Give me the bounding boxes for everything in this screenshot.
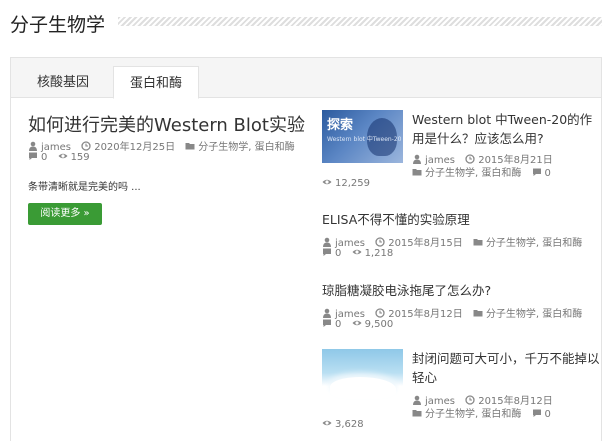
folder-icon [473, 239, 483, 246]
user-icon [29, 141, 37, 151]
eye-icon [322, 179, 332, 185]
side-post-categories[interactable]: 分子生物学, 蛋白和酶 [486, 238, 582, 249]
header-stripes [118, 17, 602, 26]
main-post-excerpt: 条带清晰就是完美的吗 ... [28, 182, 141, 193]
side-post-3-meta-line2: 0 9,500 [322, 318, 400, 330]
tab-protein-enzyme[interactable]: 蛋白和酶 [113, 66, 199, 99]
section-title: 分子生物学 [10, 14, 106, 36]
user-icon [323, 308, 331, 318]
clock-icon [465, 154, 475, 164]
user-icon [413, 395, 421, 405]
folder-icon [473, 310, 483, 317]
comment-icon [532, 409, 541, 417]
main-post-categories[interactable]: 分子生物学, 蛋白和酶 [198, 142, 294, 153]
side-post-comments[interactable]: 0 [545, 168, 551, 179]
side-post-categories[interactable]: 分子生物学, 蛋白和酶 [425, 409, 521, 420]
side-post-comments[interactable]: 0 [545, 409, 551, 420]
side-post-2-title[interactable]: ELISA不得不懂的实验原理 [322, 210, 470, 229]
side-post-1-meta-line2: 分子生物学, 蛋白和酶 0 [412, 164, 558, 179]
side-post-views: 9,500 [364, 319, 394, 330]
side-post-4-title[interactable]: 封闭问题可大可小，千万不能掉以轻心 [412, 349, 602, 387]
comment-icon [323, 248, 331, 256]
main-post-meta-line2: 0 159 [28, 151, 97, 163]
clock-icon [465, 395, 475, 405]
comment-icon [323, 319, 331, 327]
tab-bar: 核酸基因 蛋白和酶 [11, 58, 601, 99]
side-post-1-thumbnail[interactable]: 探索 Western blot 中Tween-20 [322, 110, 403, 163]
side-post-views: 3,628 [335, 419, 364, 430]
main-post-comments[interactable]: 0 [41, 152, 47, 163]
eye-icon [322, 420, 332, 426]
side-post-3-title[interactable]: 琼脂糖凝胶电泳拖尾了怎么办? [322, 281, 491, 300]
side-post-4-meta-line3: 3,628 [322, 418, 371, 430]
side-post-1-meta-line3: 12,259 [322, 177, 377, 189]
comment-icon [29, 152, 37, 160]
main-post-title[interactable]: 如何进行完美的Western Blot实验 [28, 111, 305, 137]
user-icon [323, 237, 331, 247]
folder-icon [412, 169, 422, 176]
comment-icon [532, 168, 541, 176]
side-post-2-meta-line2: 0 1,218 [322, 247, 400, 259]
side-post-1-title[interactable]: Western blot 中Tween-20的作用是什么？应该怎么用? [412, 110, 602, 148]
thumbnail-sub-text: Western blot 中Tween-20 [327, 136, 402, 143]
side-post-views: 12,259 [335, 178, 370, 189]
side-post-views: 1,218 [364, 248, 394, 259]
thumbnail-milk-splash [330, 377, 396, 399]
side-post-4-thumbnail[interactable] [322, 349, 403, 402]
tab-nucleic-acid[interactable]: 核酸基因 [19, 66, 107, 99]
side-post-categories[interactable]: 分子生物学, 蛋白和酶 [425, 168, 521, 179]
thumbnail-brand-text: 探索 [327, 118, 354, 133]
side-post-comments[interactable]: 0 [335, 319, 341, 330]
read-more-button[interactable]: 阅读更多 » [28, 203, 102, 225]
main-post-views: 159 [70, 152, 90, 163]
clock-icon [81, 141, 91, 151]
eye-icon [352, 320, 362, 326]
side-post-comments[interactable]: 0 [335, 248, 341, 259]
clock-icon [375, 308, 385, 318]
eye-icon [58, 153, 68, 159]
user-icon [413, 154, 421, 164]
folder-icon [185, 143, 195, 150]
main-post-date: 2020年12月25日 [94, 142, 176, 153]
section-header: 分子生物学 [10, 8, 602, 40]
side-post-4-meta-line2: 分子生物学, 蛋白和酶 0 [412, 405, 558, 420]
clock-icon [375, 237, 385, 247]
eye-icon [352, 249, 362, 255]
side-post-categories[interactable]: 分子生物学, 蛋白和酶 [486, 309, 582, 320]
folder-icon [412, 410, 422, 417]
